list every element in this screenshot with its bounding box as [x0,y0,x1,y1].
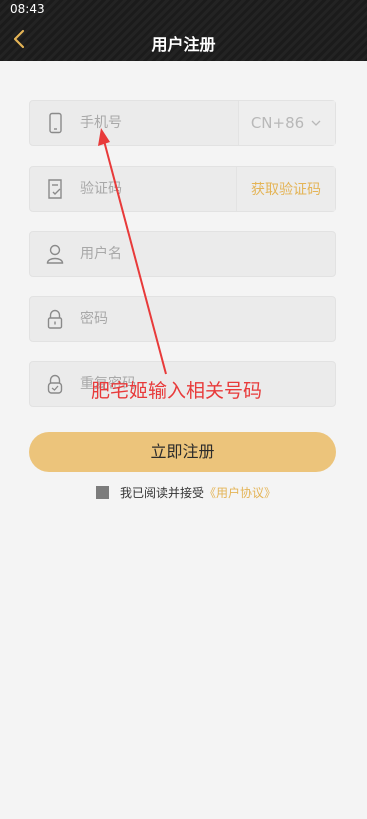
password-input[interactable] [80,297,260,341]
chevron-down-icon [311,120,321,126]
register-button[interactable]: 立即注册 [29,432,336,472]
phone-icon [49,112,62,134]
page-title: 用户注册 [151,35,216,54]
country-code-label: CN+86 [250,114,305,132]
get-code-button[interactable]: 获取验证码 [236,167,335,211]
password-field [29,296,336,342]
annotation-text: 肥宅姬输入相关号码 [91,380,263,402]
country-code-select[interactable]: CN+86 [238,101,335,145]
user-agreement-link[interactable]: 《用户协议》 [204,484,276,501]
username-field [29,231,336,277]
lock-icon [47,309,63,329]
user-icon [46,244,64,264]
username-input[interactable] [80,232,260,276]
agreement-row: 我已阅读并接受 《用户协议》 [96,484,276,500]
verify-code-field: 获取验证码 [29,166,336,212]
lock-confirm-icon [47,374,63,394]
agree-checkbox[interactable] [96,485,109,499]
phone-input[interactable] [80,101,260,145]
agreement-text: 我已阅读并接受 [120,485,205,500]
app-header: 08:43 用户注册 [0,0,367,61]
verify-code-icon [48,179,62,199]
status-time: 08:43 [10,2,45,16]
verify-code-input[interactable] [80,167,260,211]
phone-field: CN+86 [29,100,336,146]
